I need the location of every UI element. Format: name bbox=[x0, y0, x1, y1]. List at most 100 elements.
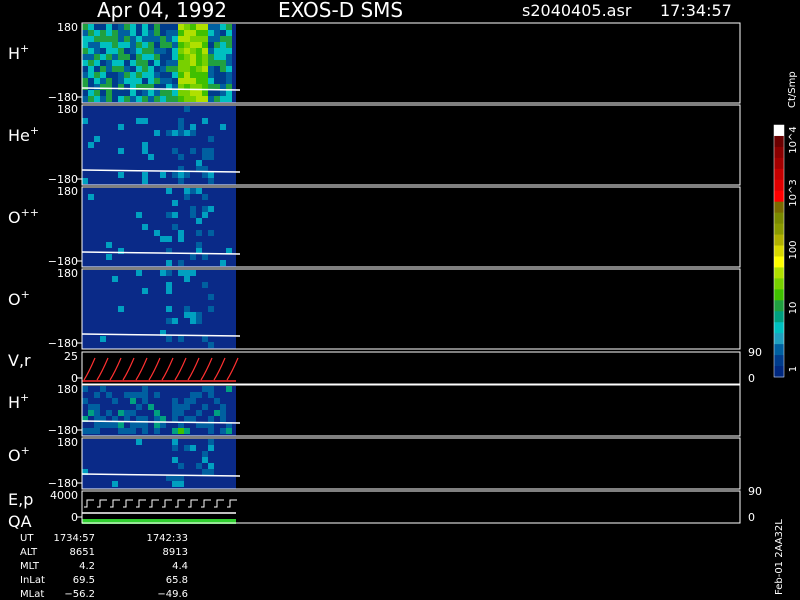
spectrogram-cell bbox=[184, 428, 190, 434]
spectrogram-cell bbox=[154, 422, 160, 428]
info-value-start: 4.2 bbox=[79, 561, 95, 572]
spectrogram-cell bbox=[148, 78, 154, 84]
velocity-trace bbox=[135, 357, 148, 381]
spectrogram-cell bbox=[190, 48, 196, 54]
spectrogram-cell bbox=[130, 72, 136, 78]
spectrogram-cell bbox=[100, 90, 106, 96]
spectrogram-cell bbox=[82, 54, 88, 60]
spectrogram-cell bbox=[124, 60, 130, 66]
header-date: Apr 04, 1992 bbox=[97, 0, 227, 22]
spectrogram-cell bbox=[130, 392, 136, 398]
spectrogram-cell bbox=[148, 42, 154, 48]
spectrogram-cell bbox=[160, 54, 166, 60]
spectrogram-cell bbox=[166, 260, 172, 266]
spectrogram-cell bbox=[82, 78, 88, 84]
spectrogram-cell bbox=[178, 60, 184, 66]
spectrogram-cell bbox=[118, 172, 124, 178]
spectrogram-cell bbox=[190, 318, 196, 324]
colorbar-swatch bbox=[774, 190, 784, 203]
spectrogram-cell bbox=[196, 392, 202, 398]
spectrogram-cell bbox=[118, 36, 124, 42]
spectrogram-cell bbox=[94, 72, 100, 78]
spectrogram-cell bbox=[202, 54, 208, 60]
spectrogram-cell bbox=[208, 66, 214, 72]
energy-step bbox=[136, 499, 146, 508]
spectrogram-cell bbox=[154, 90, 160, 96]
spectrogram-cell bbox=[154, 48, 160, 54]
spectrogram-cell bbox=[82, 96, 88, 102]
spectrogram-cell bbox=[220, 66, 226, 72]
spectrogram-cell bbox=[220, 428, 226, 434]
spectrogram-cell bbox=[82, 66, 88, 72]
spectrogram-cell bbox=[178, 24, 184, 30]
spectrogram-cell bbox=[136, 404, 142, 410]
velocity-trace bbox=[83, 357, 96, 381]
spectrogram-cell bbox=[178, 172, 184, 178]
spectrogram-cell bbox=[226, 60, 232, 66]
spectrogram-cell bbox=[124, 30, 130, 36]
colorbar-swatch bbox=[774, 179, 784, 192]
energy-step bbox=[97, 499, 107, 508]
spectrogram-cell bbox=[208, 136, 214, 142]
species-label-2: QA bbox=[8, 512, 32, 531]
info-table: UT 1734:57 1742:33 ALT 8651 8913 MLT 4.2 4.4 InLa… bbox=[20, 533, 188, 600]
spectrogram-cell bbox=[130, 60, 136, 66]
spectrogram-cell bbox=[172, 457, 178, 463]
spectrogram-cell bbox=[172, 48, 178, 54]
info-name: ALT bbox=[20, 547, 38, 558]
spectrogram-cell bbox=[184, 42, 190, 48]
spectrogram-cell bbox=[142, 422, 148, 428]
spectrogram-cell bbox=[172, 410, 178, 416]
spectrogram-cell bbox=[118, 410, 124, 416]
spectrogram-cell bbox=[94, 84, 100, 90]
spectrogram-cell bbox=[220, 24, 226, 30]
spectrogram-cell bbox=[166, 336, 172, 342]
spectrogram-cell bbox=[166, 130, 172, 136]
spectrogram-cell bbox=[172, 200, 178, 206]
spectrogram-cell bbox=[166, 90, 172, 96]
spectrogram-cell bbox=[226, 42, 232, 48]
spectrogram-cell bbox=[118, 90, 124, 96]
spectrogram-cell bbox=[166, 54, 172, 60]
spectrogram-cell bbox=[94, 428, 100, 434]
spectrogram-cell bbox=[82, 60, 88, 66]
spectrogram-cell bbox=[136, 66, 142, 72]
colorbar-label: 10 bbox=[788, 302, 799, 315]
spectrogram-cell bbox=[130, 36, 136, 42]
spectrogram-cell bbox=[220, 124, 226, 130]
spectrogram-cell bbox=[106, 254, 112, 260]
spectrogram-cell bbox=[124, 410, 130, 416]
spectrogram-cell bbox=[178, 124, 184, 130]
spectrogram-cell bbox=[142, 66, 148, 72]
spectrogram-cell bbox=[142, 118, 148, 124]
spectrogram-cell bbox=[202, 60, 208, 66]
spectrogram-cell bbox=[136, 54, 142, 60]
spectrogram-cell bbox=[220, 42, 226, 48]
spectrogram-cell bbox=[172, 78, 178, 84]
spectrogram-cell bbox=[214, 30, 220, 36]
spectrogram-cell bbox=[142, 392, 148, 398]
spectrogram-cell bbox=[196, 78, 202, 84]
spectrogram-cell bbox=[196, 96, 202, 102]
spectrogram-cell bbox=[202, 404, 208, 410]
spectrogram-cell bbox=[142, 288, 148, 294]
spectrogram-cell bbox=[184, 78, 190, 84]
spectrogram-cell bbox=[118, 60, 124, 66]
spectrogram-cell bbox=[100, 96, 106, 102]
spectrogram-cell bbox=[124, 36, 130, 42]
velocity-trace bbox=[174, 357, 187, 381]
colorbar-swatch bbox=[774, 311, 784, 323]
spectrogram-cell bbox=[190, 66, 196, 72]
spectrogram-cell bbox=[226, 54, 232, 60]
spectrogram-cell bbox=[166, 288, 172, 294]
spectrogram-cell bbox=[202, 148, 208, 154]
panel-4: 250V,r 900 bbox=[8, 346, 762, 385]
colorbar-label: 10^3 bbox=[788, 179, 799, 206]
velocity-trace bbox=[122, 357, 135, 381]
spectrogram-cell bbox=[160, 42, 166, 48]
spectrogram-cell bbox=[202, 451, 208, 457]
spectrogram-cell bbox=[172, 36, 178, 42]
energy-step bbox=[110, 499, 120, 508]
spectrogram-cell bbox=[154, 410, 160, 416]
spectrogram-cell bbox=[100, 54, 106, 60]
